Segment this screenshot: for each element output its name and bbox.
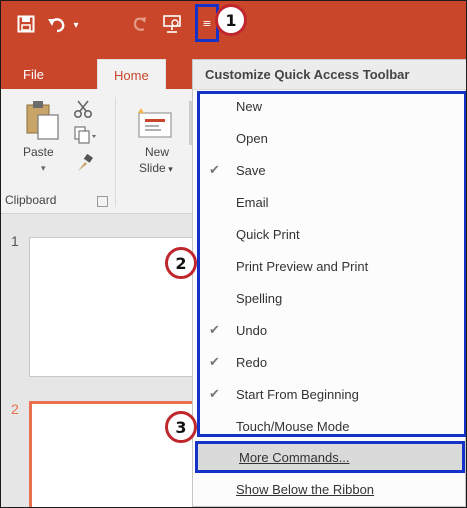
menu-item-quick-print[interactable]: Quick Print (193, 219, 465, 251)
menu-item-touch-mouse-mode[interactable]: Touch/Mouse Mode (193, 411, 465, 443)
show-below-ribbon-item[interactable]: Show Below the Ribbon (193, 474, 465, 506)
tab-file[interactable]: File (23, 59, 44, 89)
checkmark-icon: ✔ (209, 322, 220, 337)
callout-3: 3 (165, 411, 197, 443)
menu-item-label: Print Preview and Print (236, 259, 369, 274)
dialog-launcher-icon[interactable] (97, 196, 108, 207)
paste-dropdown-icon[interactable]: ▾ (41, 161, 46, 176)
new-slide-label-line1[interactable]: New (145, 145, 169, 160)
menu-item-label: Email (236, 195, 269, 210)
menu-item-label: Save (236, 163, 266, 178)
tab-home[interactable]: Home (97, 59, 166, 90)
undo-icon[interactable] (45, 13, 67, 35)
slide-number-2: 2 (11, 401, 19, 417)
callout-1: 1 (215, 4, 247, 36)
menu-item-email[interactable]: Email (193, 187, 465, 219)
copy-icon[interactable] (73, 125, 97, 149)
checkmark-icon: ✔ (209, 354, 220, 369)
menu-title: Customize Quick Access Toolbar (193, 60, 466, 90)
start-from-beginning-icon[interactable] (161, 13, 183, 35)
menu-item-label: Quick Print (236, 227, 300, 242)
more-commands-item[interactable]: More Commands... (195, 441, 465, 473)
menu-item-start-from-beginning[interactable]: ✔ Start From Beginning (193, 379, 465, 411)
slide-number-1: 1 (11, 233, 19, 249)
save-icon[interactable] (15, 13, 37, 35)
menu-item-spelling[interactable]: Spelling (193, 283, 465, 315)
menu-item-redo[interactable]: ✔ Redo (193, 347, 465, 379)
paste-icon[interactable] (25, 99, 61, 147)
new-slide-icon[interactable] (135, 107, 175, 145)
cut-icon[interactable] (73, 99, 93, 123)
menu-item-label: New (236, 99, 263, 114)
new-slide-label-line2: Slide (139, 161, 166, 175)
menu-item-label: Start From Beginning (236, 387, 359, 402)
menu-item-undo[interactable]: ✔ Undo (193, 315, 465, 347)
menu-item-label: Spelling (236, 291, 283, 306)
show-below-label: Show Below the Ribbon (236, 482, 375, 497)
paste-button-label[interactable]: Paste (23, 145, 54, 160)
more-commands-label: More Commands... (239, 450, 350, 465)
menu-item-save[interactable]: ✔ Save (193, 155, 465, 187)
menu-item-label: Touch/Mouse Mode (236, 419, 350, 434)
format-painter-icon[interactable] (75, 153, 95, 177)
tab-file-label: File (23, 66, 44, 82)
clipboard-group-label: Clipboard (5, 193, 57, 207)
tab-home-label: Home (114, 67, 149, 83)
menu-item-label: Undo (236, 323, 268, 338)
menu-item-label: Redo (236, 355, 268, 370)
redo-icon[interactable] (129, 13, 151, 35)
group-separator (115, 97, 116, 207)
new-slide-button[interactable]: Slide ▾ (139, 161, 173, 177)
checkmark-icon: ✔ (209, 386, 220, 401)
checkmark-icon: ✔ (209, 162, 220, 177)
menu-item-print-preview[interactable]: Print Preview and Print (193, 251, 465, 283)
undo-dropdown-icon[interactable]: ▾ (65, 15, 87, 37)
menu-item-open[interactable]: Open (193, 123, 465, 155)
callout-2: 2 (165, 247, 197, 279)
new-slide-dropdown-icon: ▾ (165, 164, 173, 174)
menu-item-label: Open (236, 131, 268, 146)
powerpoint-window: ▾ ≡ File Home Paste ▾ New Slide ▾ Clipbo… (0, 0, 467, 508)
menu-item-new[interactable]: New (193, 91, 465, 123)
customize-qat-menu: Customize Quick Access Toolbar New Open … (192, 59, 466, 507)
customize-dropdown-icon: ≡ (202, 16, 212, 30)
